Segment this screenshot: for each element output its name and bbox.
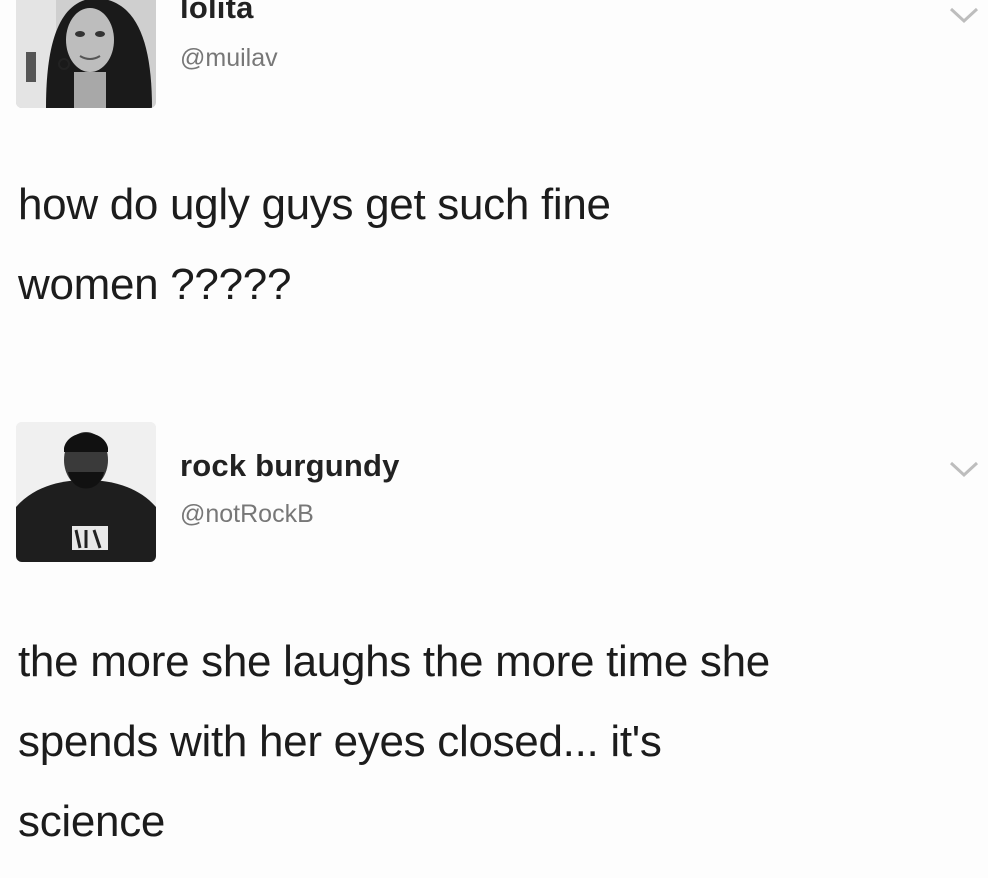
- tweet-text-line: the more she laughs the more time she: [18, 637, 770, 686]
- tweet-1: lolita @muilav how do ugly guys get such…: [0, 0, 988, 330]
- tweet-text: the more she laughs the more time she sp…: [18, 622, 968, 862]
- tweet-text-line: science: [18, 797, 166, 846]
- user-handle[interactable]: @notRockB: [180, 500, 314, 529]
- chevron-down-icon[interactable]: [947, 4, 981, 26]
- tweet-text: how do ugly guys get such fine women ???…: [18, 165, 968, 325]
- chevron-down-icon[interactable]: [947, 458, 981, 480]
- tweet-text-line: how do ugly guys get such fine: [18, 180, 611, 229]
- profile-photo-woman-icon: [16, 0, 156, 108]
- avatar-lolita[interactable]: [16, 0, 156, 108]
- user-handle[interactable]: @muilav: [180, 44, 278, 73]
- tweet-text-line: women ?????: [18, 260, 292, 309]
- display-name[interactable]: rock burgundy: [180, 448, 400, 484]
- tweet-text-line: spends with her eyes closed... it's: [18, 717, 662, 766]
- tweet-screenshot: lolita @muilav how do ugly guys get such…: [0, 0, 988, 878]
- display-name[interactable]: lolita: [180, 0, 254, 26]
- profile-photo-man-icon: [16, 422, 156, 562]
- avatar-rock-burgundy[interactable]: [16, 422, 156, 562]
